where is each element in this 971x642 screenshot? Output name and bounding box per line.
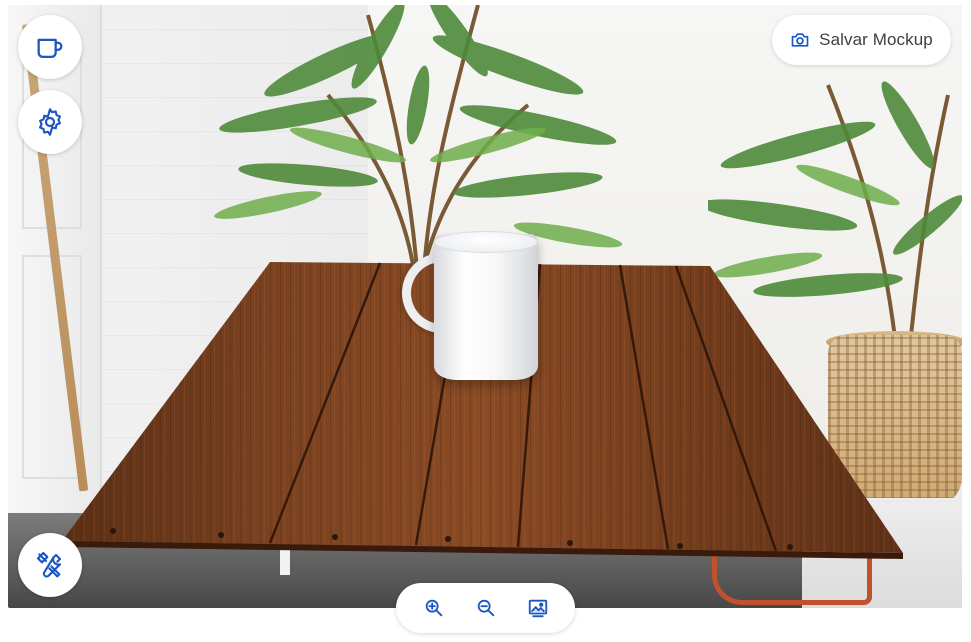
save-mockup-button[interactable]: Salvar Mockup: [772, 15, 951, 65]
product-mug-button[interactable]: [18, 15, 82, 79]
mockup-viewport[interactable]: [8, 5, 962, 608]
gear-icon: [39, 108, 61, 136]
tools-button[interactable]: [18, 533, 82, 597]
zoom-in-button[interactable]: [422, 596, 446, 620]
mug-icon: [37, 38, 63, 59]
tools-icon: [36, 551, 62, 578]
zoom-in-icon: [425, 599, 442, 617]
background-image-icon: [528, 599, 547, 618]
mug-rim: [434, 231, 538, 253]
zoom-controls: [396, 583, 575, 633]
camera-icon: [791, 33, 809, 47]
zoom-out-button[interactable]: [474, 596, 498, 620]
background-image-button[interactable]: [526, 596, 550, 620]
settings-button[interactable]: [18, 90, 82, 154]
zoom-out-icon: [477, 599, 494, 617]
save-mockup-label: Salvar Mockup: [819, 30, 933, 49]
mug-body[interactable]: [434, 234, 538, 380]
